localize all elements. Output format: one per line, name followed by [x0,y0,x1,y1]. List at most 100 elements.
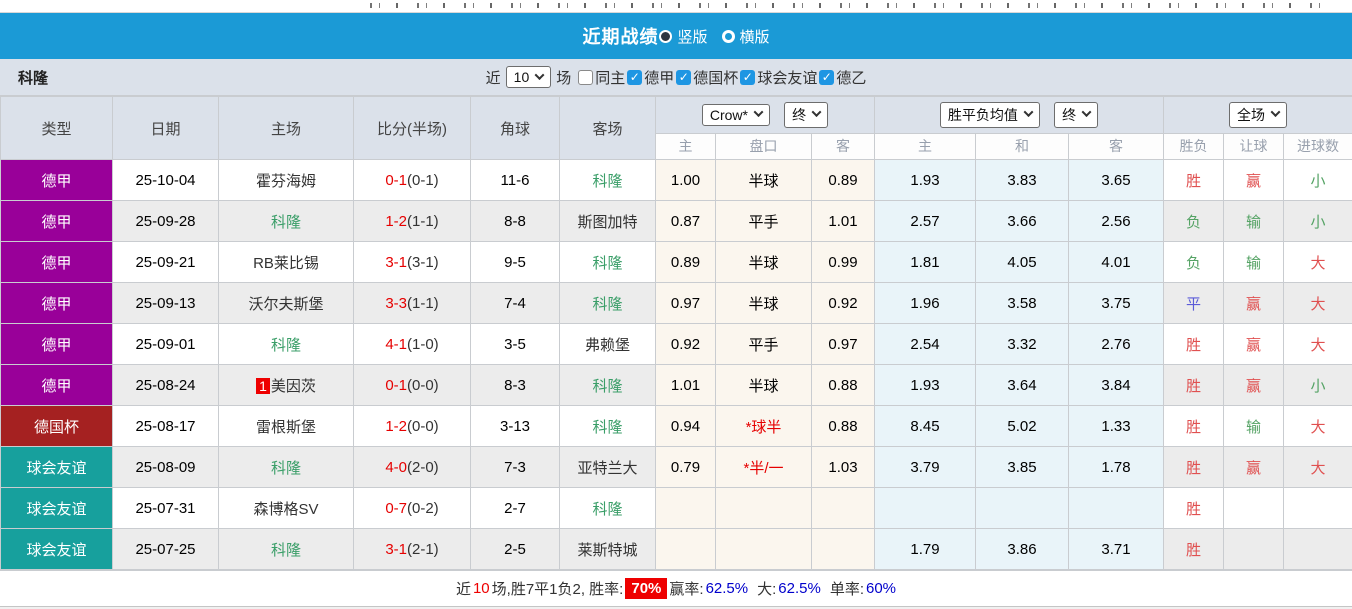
home-team[interactable]: 森博格SV [218,487,354,529]
sub-header-ah-home: 主 [655,132,716,161]
bookmaker-select[interactable]: Crow* [701,103,770,126]
score: 0-1(0-0) [353,364,471,406]
result-wdl: 胜 [1163,323,1224,365]
away-team[interactable]: 科隆 [559,364,656,406]
avg-odds-draw: 3.64 [975,364,1069,406]
league-filter-checkbox[interactable]: ✓ [676,69,692,85]
score: 3-1(2-1) [353,528,471,570]
ah-odds-away: 1.01 [811,200,875,242]
table-row: 德甲 25-09-21 RB莱比锡 3-1(3-1) 9-5 科隆 0.89 半球 0.99 1.… [0,241,1352,283]
avg-odds-home: 8.45 [874,405,976,447]
scope-select[interactable]: 全场 [1229,101,1287,128]
score: 0-7(0-2) [353,487,471,529]
sub-header-ah-line: 盘口 [715,132,812,161]
result-wdl: 胜 [1163,487,1224,529]
match-date: 25-09-28 [112,200,219,242]
league-badge: 德甲 [0,200,113,242]
result-wdl: 胜 [1163,405,1224,447]
away-team[interactable]: 科隆 [559,282,656,324]
ah-line: 平手 [715,200,812,242]
home-team[interactable]: 雷根斯堡 [218,405,354,447]
league-filter-label[interactable]: 球会友谊 [757,67,817,88]
corners: 11-6 [470,159,560,201]
match-date: 25-09-21 [112,241,219,283]
average-select-value: 胜平负均值 [947,106,1018,123]
result-goals: 小 [1283,159,1352,201]
league-filter-label[interactable]: 德甲 [644,67,674,88]
average-select-group: 胜平负均值 终 [874,96,1164,134]
away-team[interactable]: 科隆 [559,487,656,529]
avg-odds-draw: 4.05 [975,241,1069,283]
result-wdl: 胜 [1163,446,1224,488]
home-team[interactable]: RB莱比锡 [218,241,354,283]
home-team[interactable]: 科隆 [218,323,354,365]
section-title-bar: 近期战绩 竖版 横版 [0,13,1352,59]
summary-count: 10 [472,580,490,597]
average-select[interactable]: 胜平负均值 [939,101,1040,128]
ah-odds-away: 1.03 [811,446,875,488]
result-wdl: 平 [1163,282,1224,324]
result-goals: 大 [1283,446,1352,488]
league-filter-label[interactable]: 德国杯 [693,67,738,88]
average-state-select[interactable]: 终 [1054,101,1099,128]
avg-odds-away: 3.75 [1068,282,1164,324]
ah-line: 半球 [715,364,812,406]
ah-odds-away: 0.88 [811,364,875,406]
score: 1-2(1-1) [353,200,471,242]
cropped-nav-strip [0,0,1352,13]
col-header-corners: 角球 [470,96,560,160]
away-team[interactable]: 亚特兰大 [559,446,656,488]
result-handicap: 赢 [1223,159,1284,201]
bookmaker-select-value: Crow* [709,106,748,123]
league-badge: 球会友谊 [0,446,113,488]
home-team[interactable]: 霍芬海姆 [218,159,354,201]
result-wdl: 胜 [1163,364,1224,406]
corners: 7-4 [470,282,560,324]
avg-odds-away: 4.01 [1068,241,1164,283]
ah-line [715,528,812,570]
match-count-select[interactable]: 10 [505,66,552,88]
result-wdl: 负 [1163,200,1224,242]
league-filter-checkbox[interactable]: ✓ [819,69,835,85]
radio-horizontal-layout[interactable] [721,29,735,43]
match-date: 25-09-13 [112,282,219,324]
league-badge: 德甲 [0,282,113,324]
corners: 3-13 [470,405,560,447]
league-badge: 德甲 [0,323,113,365]
col-header-home: 主场 [218,96,354,160]
result-handicap: 赢 [1223,364,1284,406]
avg-odds-draw: 3.86 [975,528,1069,570]
result-handicap: 赢 [1223,282,1284,324]
avg-odds-draw: 5.02 [975,405,1069,447]
corners: 2-7 [470,487,560,529]
home-team[interactable]: 科隆 [218,200,354,242]
radio-vertical-layout[interactable] [659,29,673,43]
same-home-label[interactable]: 同主 [595,67,625,88]
away-team[interactable]: 科隆 [559,159,656,201]
result-goals: 大 [1283,405,1352,447]
home-team[interactable]: 科隆 [218,528,354,570]
home-team[interactable]: 沃尔夫斯堡 [218,282,354,324]
ah-line: 半球 [715,159,812,201]
away-team[interactable]: 斯图加特 [559,200,656,242]
team-name: 科隆 [18,69,49,87]
away-team[interactable]: 莱斯特城 [559,528,656,570]
away-team[interactable]: 弗赖堡 [559,323,656,365]
away-team[interactable]: 科隆 [559,241,656,283]
home-team[interactable]: 1 美因茨 [218,364,354,406]
league-filter-group: ✓ 德甲 ✓ 德国杯 ✓ 球会友谊 ✓ 德乙 [625,67,866,88]
league-filter-checkbox[interactable]: ✓ [627,69,643,85]
bookmaker-state-select[interactable]: 终 [784,101,829,128]
away-team[interactable]: 科隆 [559,405,656,447]
radio-horizontal-label[interactable]: 横版 [740,26,770,47]
home-team[interactable]: 科隆 [218,446,354,488]
match-date: 25-08-24 [112,364,219,406]
sub-header-handicap-result: 让球 [1223,132,1284,161]
match-date: 25-10-04 [112,159,219,201]
radio-vertical-label[interactable]: 竖版 [677,26,707,47]
same-home-checkbox[interactable] [578,69,594,85]
league-filter-checkbox[interactable]: ✓ [740,69,756,85]
ah-odds-away [811,528,875,570]
league-filter-label[interactable]: 德乙 [836,67,866,88]
avg-odds-away: 1.33 [1068,405,1164,447]
